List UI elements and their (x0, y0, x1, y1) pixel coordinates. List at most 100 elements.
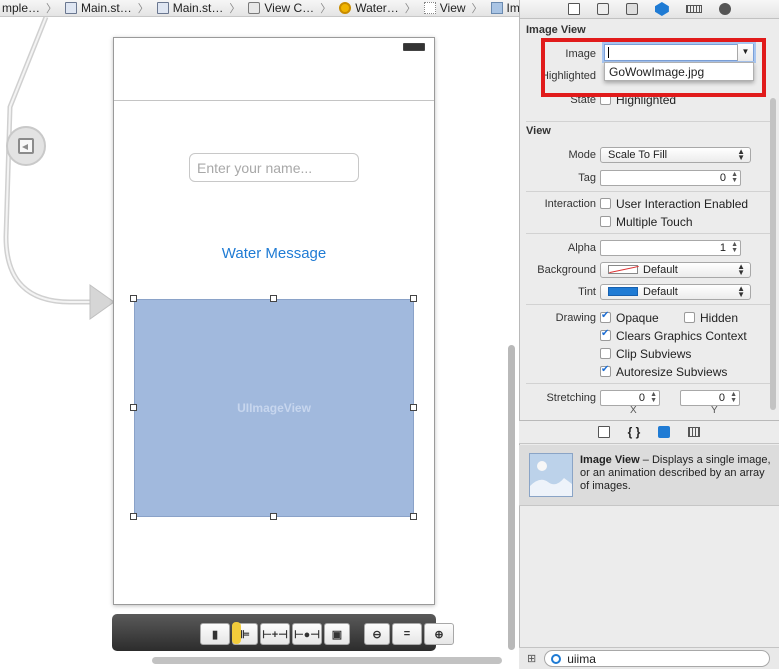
chevron-right-icon: 〉 (46, 3, 58, 15)
autoresize-row: Autoresize Subviews (520, 362, 778, 381)
autoresize-label: Autoresize Subviews (616, 364, 728, 379)
user-interaction-checkbox[interactable] (600, 198, 611, 209)
alpha-row: Alpha 1 ▲ ▼ (520, 238, 778, 257)
opaque-label: Opaque (616, 310, 659, 325)
stretching-row: Stretching 0 ▲ ▼ 0 ▲ ▼ (520, 388, 778, 407)
resize-handle[interactable] (410, 513, 417, 520)
chevron-right-icon: 〉 (471, 3, 483, 15)
hidden-label: Hidden (700, 310, 739, 325)
library-item-description: Image View – Displays a single image, or… (580, 454, 771, 492)
attributes-inspector-icon[interactable] (654, 2, 669, 16)
utilities-inspector: Image View Image Highlighted State Highl… (519, 0, 779, 669)
quick-help-icon[interactable] (597, 3, 610, 15)
breadcrumb: mple… 〉 Main.st… 〉 Main.st… 〉 View C… 〉 … (0, 0, 520, 17)
opaque-checkbox[interactable] (600, 310, 611, 323)
size-inspector-icon[interactable] (685, 5, 702, 13)
alpha-field[interactable]: 1 ▲ ▼ (600, 239, 741, 256)
breadcrumb-item-water-scene[interactable]: Water… (337, 1, 401, 15)
resize-handle[interactable] (410, 295, 417, 302)
mode-popup[interactable]: Scale To Fill ▲ ▼ (600, 146, 751, 163)
resize-handle[interactable] (270, 295, 277, 302)
autoresize-checkbox[interactable] (600, 364, 611, 377)
breadcrumb-item-storyboard-folder[interactable]: Main.st… (63, 1, 134, 15)
scene-view[interactable]: Enter your name... Water Message UIImage… (113, 37, 435, 605)
object-library-icon[interactable] (658, 426, 671, 438)
stretch-x-field[interactable]: 0 ▲ ▼ (600, 389, 660, 406)
breadcrumb-item-image-view[interactable]: Image View (489, 1, 520, 15)
tag-field[interactable]: 0 ▲ ▼ (600, 169, 741, 186)
breadcrumb-item-view-controller[interactable]: View C… (246, 1, 316, 15)
file-inspector-icon[interactable] (568, 3, 581, 15)
alpha-label: Alpha (567, 241, 596, 254)
identity-inspector-icon[interactable] (626, 3, 639, 15)
connections-inspector-icon[interactable] (718, 3, 731, 15)
resize-handle[interactable] (130, 404, 137, 411)
storyboard-canvas[interactable]: Enter your name... Water Message UIImage… (0, 17, 520, 669)
library-filter-bar: ⊞ uiima (519, 647, 779, 669)
library-filter-input[interactable]: uiima (544, 650, 771, 667)
view-icon (423, 2, 436, 14)
canvas-vertical-scrollbar[interactable] (508, 345, 515, 650)
drawing-label: Drawing (555, 311, 596, 324)
stepper-icon[interactable]: ▲ ▼ (731, 241, 738, 254)
tint-popup[interactable]: Default ▲ ▼ (600, 283, 751, 300)
clear-color-swatch (608, 265, 638, 275)
breadcrumb-item-storyboard[interactable]: Main.st… (155, 1, 226, 15)
up-down-arrows-icon: ▲ ▼ (737, 283, 745, 299)
breadcrumb-item-project[interactable]: mple… (0, 1, 42, 15)
resize-handle[interactable] (130, 513, 137, 520)
y-caption: Y (711, 405, 718, 416)
stepper-icon[interactable]: ▲ ▼ (730, 391, 737, 404)
view-controller-dock-icon[interactable] (232, 622, 241, 644)
hidden-checkbox[interactable] (684, 312, 695, 323)
water-scene-icon (339, 2, 352, 14)
clears-graphics-checkbox[interactable] (600, 328, 611, 341)
chevron-right-icon: 〉 (320, 3, 332, 15)
tint-row: Tint Default ▲ ▼ (520, 282, 778, 301)
canvas-horizontal-scrollbar[interactable] (152, 657, 502, 664)
storyboard-icon (65, 2, 78, 14)
stepper-icon[interactable]: ▲ ▼ (731, 171, 738, 184)
background-popup[interactable]: Default ▲ ▼ (600, 261, 751, 278)
image-view-thumbnail-icon (529, 453, 573, 497)
interaction-row: Interaction User Interaction Enabled (520, 194, 778, 213)
divider (526, 383, 776, 384)
view-controller-icon (248, 2, 261, 14)
multiple-touch-checkbox[interactable] (600, 216, 611, 227)
divider (526, 304, 776, 305)
stepper-icon[interactable]: ▲ ▼ (650, 391, 657, 404)
resize-handle[interactable] (130, 295, 137, 302)
chevron-right-icon: 〉 (229, 3, 241, 15)
resolve-issues-icon[interactable]: ⊢●⊣ (292, 623, 322, 645)
initial-scene-entry-icon[interactable] (6, 126, 46, 166)
grid-view-icon[interactable]: ⊞ (527, 652, 536, 665)
storyboard-icon (156, 2, 169, 14)
chevron-right-icon: 〉 (137, 3, 149, 15)
first-responder-icon[interactable]: ▮ (200, 623, 230, 645)
zoom-actual-icon[interactable]: = (392, 623, 422, 645)
water-message-button[interactable]: Water Message (114, 245, 434, 262)
layout-toolbar: ▮ ⊫ ⊢+⊣ ⊢●⊣ ▣ ⊖ = ⊕ (200, 623, 482, 645)
resizing-icon[interactable]: ▣ (324, 623, 350, 645)
stretching-label: Stretching (546, 391, 596, 404)
resize-handle[interactable] (270, 513, 277, 520)
breadcrumb-item-view[interactable]: View (422, 1, 468, 15)
inspector-scrollbar[interactable] (770, 98, 776, 410)
stretch-y-field[interactable]: 0 ▲ ▼ (680, 389, 740, 406)
media-library-icon[interactable] (688, 427, 701, 437)
zoom-in-icon[interactable]: ⊕ (424, 623, 454, 645)
zoom-out-icon[interactable]: ⊖ (364, 623, 390, 645)
resize-handle[interactable] (410, 404, 417, 411)
image-view[interactable]: UIImageView (134, 299, 414, 517)
file-template-library-icon[interactable] (597, 426, 610, 438)
tag-label: Tag (578, 171, 596, 184)
tint-color-swatch (608, 287, 638, 297)
code-snippet-library-icon[interactable]: { } (628, 425, 641, 439)
library-item-image-view[interactable]: Image View – Displays a single image, or… (519, 445, 779, 506)
background-label: Background (537, 263, 596, 276)
pin-icon[interactable]: ⊢+⊣ (260, 623, 290, 645)
image-view-section-title: Image View (526, 24, 586, 36)
multiple-touch-label: Multiple Touch (616, 214, 693, 229)
clip-subviews-checkbox[interactable] (600, 348, 611, 359)
name-text-field[interactable]: Enter your name... (189, 153, 359, 182)
